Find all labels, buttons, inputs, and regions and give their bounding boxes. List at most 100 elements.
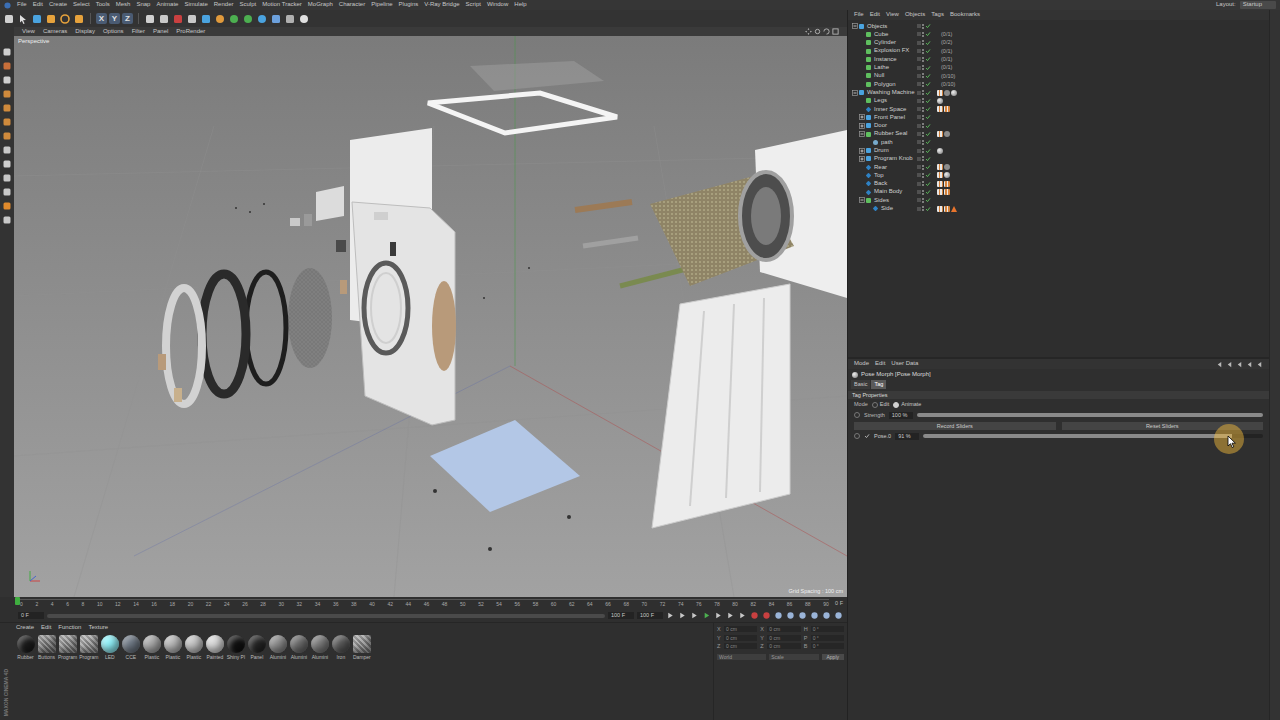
object-row[interactable]: Door [851,122,1269,130]
axis-mode-icon[interactable] [2,159,12,169]
coordinate-field[interactable]: 0 cm [724,643,757,649]
layer-icon[interactable] [917,149,921,153]
playhead[interactable] [15,597,20,605]
texture-tag-icon[interactable] [937,181,943,187]
prev-key-icon[interactable] [678,611,687,620]
object-menu-item[interactable]: Bookmarks [950,11,980,18]
quantize-icon[interactable] [2,215,12,225]
material-swatch[interactable]: CCE [121,635,140,660]
door-seal-part[interactable] [432,281,456,371]
visibility-toggle[interactable] [922,90,924,95]
rotate-view-icon[interactable] [823,28,830,35]
visibility-toggle[interactable] [922,173,924,178]
viewport-menu-item[interactable]: Panel [153,28,168,35]
menu-item[interactable]: Plugins [399,1,419,8]
material-menu-item[interactable]: Function [58,624,81,631]
enabled-check-icon[interactable] [925,148,931,154]
layout-dropdown[interactable]: Startup [1240,1,1276,8]
expand-toggle[interactable] [852,23,858,29]
viewport-menu-item[interactable]: View [22,28,35,35]
menu-item[interactable]: Animate [156,1,178,8]
layer-icon[interactable] [917,99,921,103]
visibility-toggle[interactable] [922,49,924,54]
attribute-tab[interactable]: Basic [851,380,870,389]
enabled-check-icon[interactable] [925,48,931,54]
object-row[interactable]: Instance(0/1) [851,55,1269,63]
menu-item[interactable]: Sculpt [239,1,256,8]
last-frame-icon[interactable] [738,611,747,620]
layer-icon[interactable] [917,190,921,194]
layer-icon[interactable] [917,82,921,86]
menu-item[interactable]: File [17,1,27,8]
menu-item[interactable]: Edit [33,1,43,8]
enabled-check-icon[interactable] [925,114,931,120]
material-swatch[interactable]: Plastic [142,635,161,660]
visibility-toggle[interactable] [922,165,924,170]
timeline-icon[interactable] [834,611,843,620]
object-row[interactable]: Top [851,171,1269,179]
object-row[interactable]: Rear [851,163,1269,171]
enabled-check-icon[interactable] [925,90,931,96]
collapse-icon[interactable] [859,131,865,137]
subdivision-icon[interactable] [228,13,240,25]
enabled-check-icon[interactable] [925,156,931,162]
texture-tag-icon[interactable] [944,106,950,112]
object-menu-item[interactable]: Tags [931,11,944,18]
layer-icon[interactable] [917,41,921,45]
enabled-check-icon[interactable] [925,197,931,203]
rubber-ring-part[interactable] [202,274,246,394]
sky-icon[interactable] [270,13,282,25]
texture-tag-icon[interactable] [944,189,950,195]
cloner-icon[interactable] [242,13,254,25]
render-picture-viewer-icon[interactable] [172,13,184,25]
visibility-toggle[interactable] [922,140,924,145]
enabled-check-icon[interactable] [925,98,931,104]
visibility-toggle[interactable] [922,190,924,195]
animate-toggle-icon[interactable] [854,433,860,439]
layer-icon[interactable] [917,115,921,119]
expand-toggle[interactable] [859,40,865,46]
material-tag-icon[interactable] [951,90,957,96]
material-swatch[interactable]: Program [79,635,98,660]
expand-toggle[interactable] [859,123,865,129]
coordinate-dropdown[interactable]: Scale [769,654,818,660]
enabled-check-icon[interactable] [925,189,931,195]
texture-tag-icon[interactable] [937,172,943,178]
maximize-view-icon[interactable] [832,28,839,35]
switch-panel-part[interactable] [316,186,344,221]
enabled-check-icon[interactable] [925,172,931,178]
expand-toggle[interactable] [866,206,872,212]
material-tag-icon[interactable] [937,98,943,104]
texture-tag-icon[interactable] [937,90,943,96]
visibility-toggle[interactable] [922,132,924,137]
material-swatch[interactable]: LED [100,635,119,660]
object-menu-item[interactable]: View [886,11,899,18]
strength-slider[interactable] [917,413,1263,417]
visibility-toggle[interactable] [922,57,924,62]
zoom-view-icon[interactable] [814,28,821,35]
material-swatch[interactable]: Buttons [37,635,56,660]
visibility-toggle[interactable] [922,115,924,120]
menu-item[interactable]: Window [487,1,508,8]
expand-toggle[interactable] [859,81,865,87]
axis-lock-button[interactable]: Z [122,13,133,24]
enabled-check-icon[interactable] [925,164,931,170]
top-frame-part[interactable] [428,93,617,133]
menu-item[interactable]: Render [214,1,234,8]
material-tag-icon[interactable] [944,172,950,178]
texture-mode-icon[interactable] [2,75,12,85]
pose-enabled-icon[interactable] [864,433,870,439]
object-row[interactable]: Cube(0/1) [851,30,1269,38]
attribute-menu-item[interactable]: User Data [891,360,918,367]
expand-toggle[interactable] [859,56,865,62]
axis-lock-button[interactable]: X [96,13,107,24]
object-row[interactable]: Legs [851,97,1269,105]
layer-icon[interactable] [917,124,921,128]
chrome-ring-part[interactable] [166,288,202,404]
top-shadow-part[interactable] [470,61,604,91]
light-icon[interactable] [298,13,310,25]
coordinate-field[interactable]: 0 cm [724,635,757,641]
snap-icon[interactable] [2,187,12,197]
visibility-toggle[interactable] [922,198,924,203]
visibility-toggle[interactable] [922,65,924,70]
